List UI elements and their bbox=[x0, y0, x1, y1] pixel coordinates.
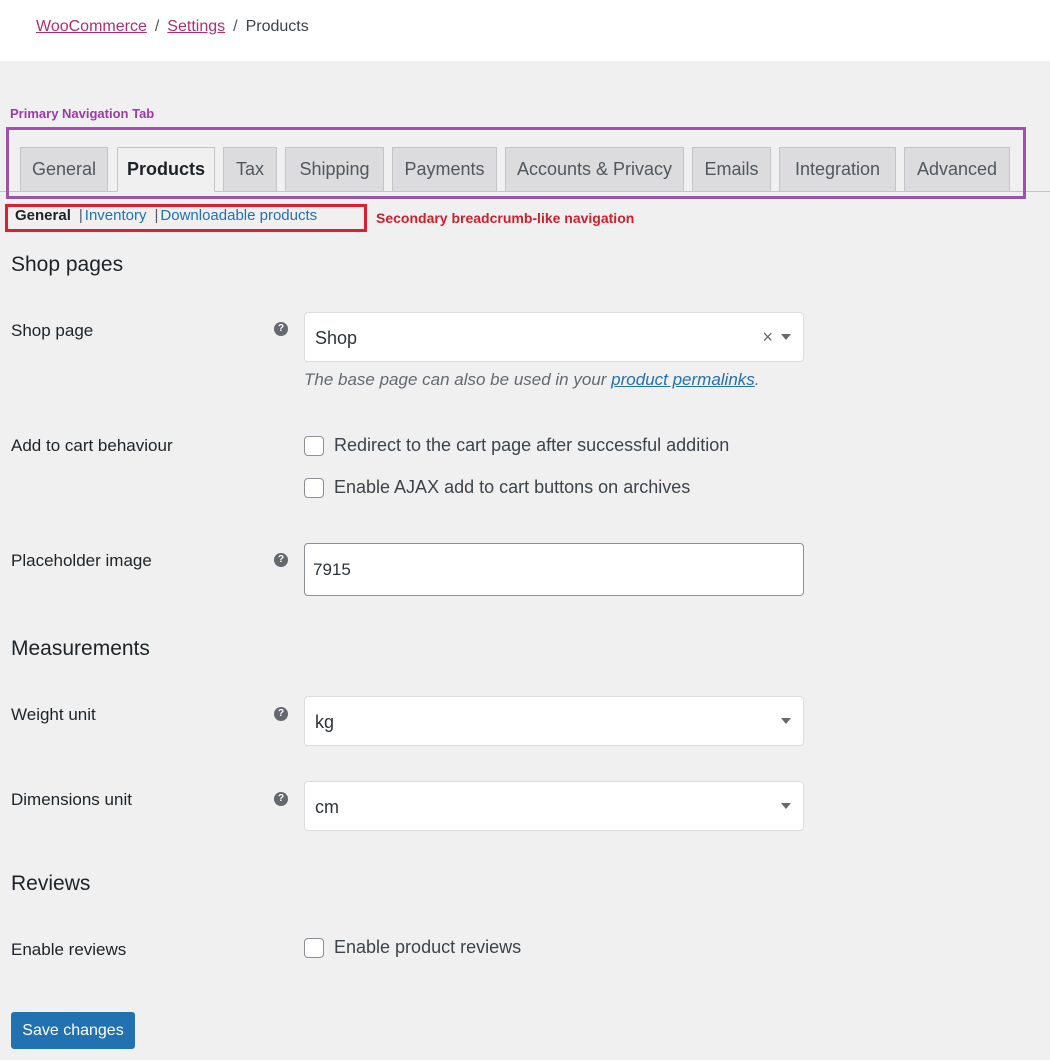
section-heading-measurements: Measurements bbox=[11, 637, 150, 660]
help-icon[interactable]: ? bbox=[274, 553, 288, 567]
add-to-cart-label: Add to cart behaviour bbox=[11, 436, 173, 455]
section-heading-shop-pages: Shop pages bbox=[11, 253, 124, 276]
breadcrumb-separator: / bbox=[233, 18, 238, 35]
weight-unit-select[interactable]: kg bbox=[304, 696, 804, 746]
enable-product-reviews-option: Enable product reviews bbox=[304, 937, 521, 958]
ajax-add-to-cart-label: Enable AJAX add to cart buttons on archi… bbox=[334, 477, 691, 497]
subsection-nav: General | Inventory | Downloadable produ… bbox=[15, 207, 317, 224]
placeholder-image-input[interactable]: 7915 bbox=[304, 543, 804, 596]
shop-page-description-text: The base page can also be used in your bbox=[304, 370, 607, 389]
tab-products[interactable]: Products bbox=[117, 147, 215, 192]
clear-icon[interactable]: × bbox=[762, 327, 773, 348]
help-icon[interactable]: ? bbox=[274, 792, 288, 806]
breadcrumb-settings-link[interactable]: Settings bbox=[167, 18, 225, 36]
subnav-downloadable-products-link[interactable]: Downloadable products bbox=[160, 207, 317, 224]
ajax-add-to-cart-option: Enable AJAX add to cart buttons on archi… bbox=[304, 477, 690, 498]
shop-page-description: The base page can also be used in your p… bbox=[304, 370, 760, 390]
dimensions-unit-select[interactable]: cm bbox=[304, 781, 804, 831]
dimensions-unit-label: Dimensions unit bbox=[11, 790, 132, 809]
secondary-nav-annotation-label: Secondary breadcrumb-like navigation bbox=[376, 210, 635, 226]
primary-nav-annotation-label: Primary Navigation Tab bbox=[10, 106, 155, 121]
enable-product-reviews-label: Enable product reviews bbox=[334, 937, 522, 957]
help-icon[interactable]: ? bbox=[274, 322, 288, 336]
caret-down-icon bbox=[781, 803, 791, 809]
caret-down-icon bbox=[781, 334, 791, 340]
section-heading-reviews: Reviews bbox=[11, 872, 91, 895]
breadcrumb-current: Products bbox=[245, 18, 309, 35]
caret-down-icon bbox=[781, 718, 791, 724]
subnav-general: General bbox=[15, 207, 71, 224]
subnav-separator: | bbox=[154, 207, 159, 224]
redirect-to-cart-option: Redirect to the cart page after successf… bbox=[304, 435, 729, 456]
shop-page-value: Shop bbox=[315, 328, 358, 348]
breadcrumb-woocommerce-link[interactable]: WooCommerce bbox=[36, 18, 147, 36]
shop-page-select[interactable]: Shop × bbox=[304, 312, 804, 362]
redirect-to-cart-label: Redirect to the cart page after successf… bbox=[334, 435, 730, 455]
enable-product-reviews-checkbox[interactable] bbox=[304, 937, 324, 958]
placeholder-image-label: Placeholder image bbox=[11, 551, 152, 570]
redirect-to-cart-checkbox[interactable] bbox=[304, 435, 324, 456]
subnav-inventory-link[interactable]: Inventory bbox=[85, 207, 147, 224]
weight-unit-value: kg bbox=[315, 712, 335, 732]
save-changes-button[interactable]: Save changes bbox=[11, 1012, 135, 1049]
ajax-add-to-cart-checkbox[interactable] bbox=[304, 477, 324, 498]
help-icon[interactable]: ? bbox=[274, 707, 288, 721]
shop-page-label: Shop page bbox=[11, 321, 94, 340]
product-permalinks-link[interactable]: product permalinks bbox=[611, 370, 755, 389]
enable-reviews-label: Enable reviews bbox=[11, 940, 127, 959]
shop-page-description-suffix: . bbox=[754, 370, 760, 389]
dimensions-unit-value: cm bbox=[315, 797, 339, 817]
breadcrumb: WooCommerce / Settings / Products bbox=[36, 18, 309, 36]
subnav-separator: | bbox=[78, 207, 83, 224]
breadcrumb-separator: / bbox=[154, 18, 160, 35]
weight-unit-label: Weight unit bbox=[11, 705, 96, 724]
